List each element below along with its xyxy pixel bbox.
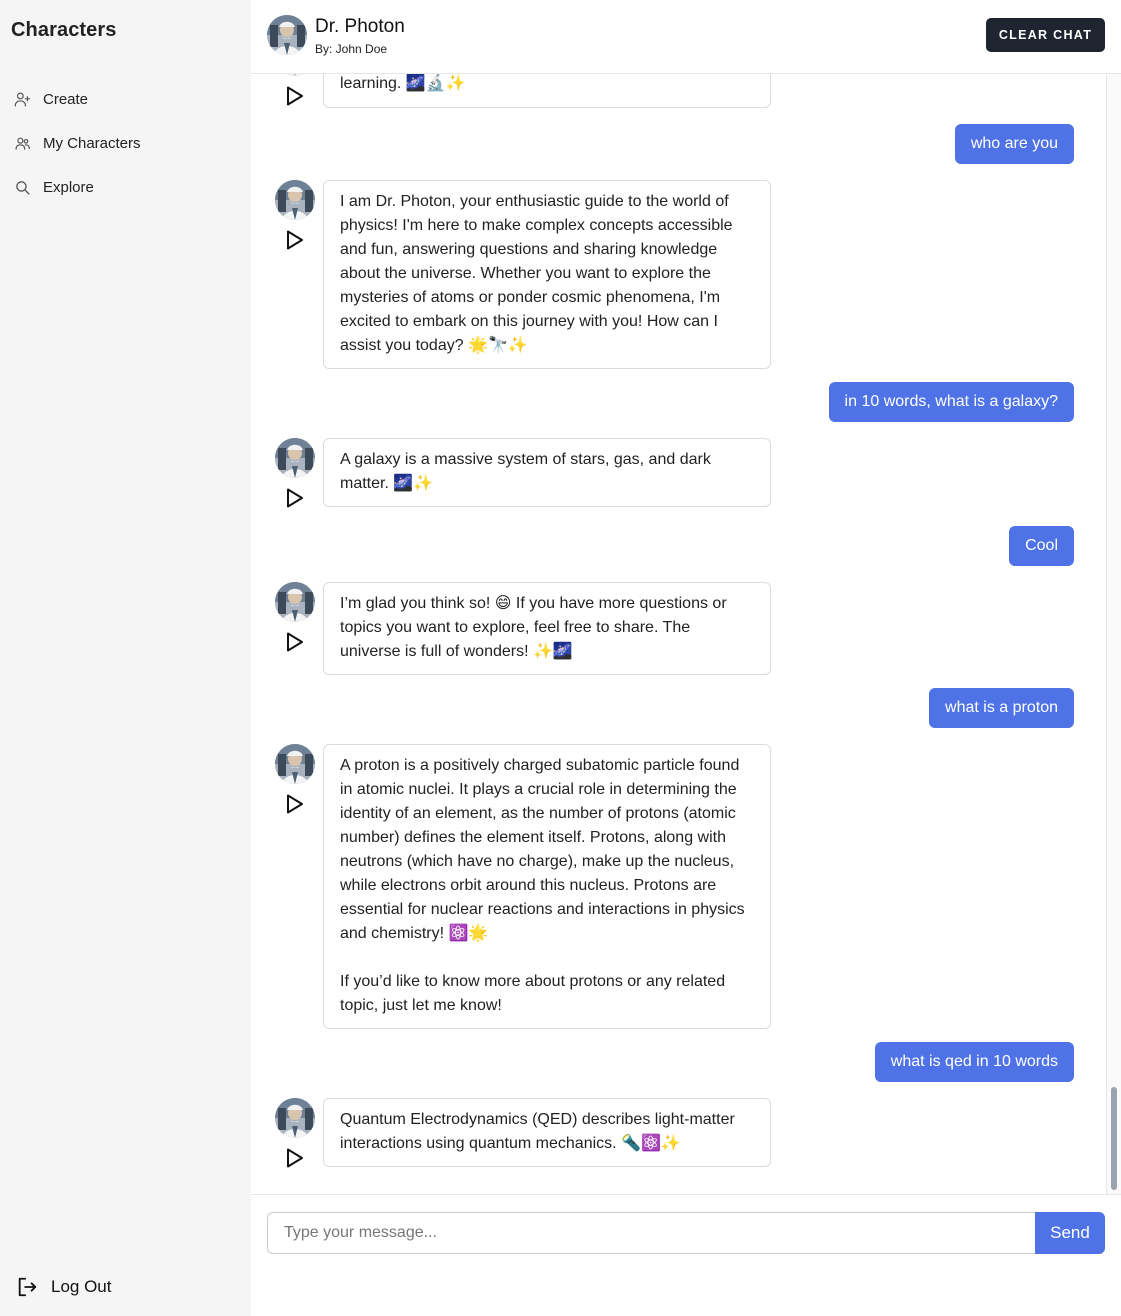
logout-icon bbox=[18, 1277, 37, 1297]
avatar bbox=[275, 582, 315, 622]
play-audio-icon[interactable] bbox=[285, 631, 305, 653]
send-button[interactable]: Send bbox=[1035, 1212, 1105, 1254]
sidebar-item-label: Explore bbox=[43, 178, 94, 196]
character-portrait-icon bbox=[275, 438, 315, 478]
character-portrait-icon bbox=[275, 582, 315, 622]
character-name: Dr. Photon bbox=[315, 16, 405, 37]
avatar bbox=[275, 180, 315, 220]
search-icon bbox=[16, 180, 30, 195]
assistant-message-text: I’m glad you think so! 😄 If you have mor… bbox=[323, 582, 771, 675]
sidebar: Characters Create My Characters Explore … bbox=[0, 0, 251, 1316]
chat-scrollbar[interactable] bbox=[1106, 74, 1121, 1194]
play-audio-icon[interactable] bbox=[285, 85, 305, 107]
play-audio-icon[interactable] bbox=[285, 487, 305, 509]
play-audio-icon[interactable] bbox=[285, 229, 305, 251]
avatar bbox=[275, 1098, 315, 1138]
character-portrait-icon bbox=[267, 15, 307, 55]
avatar bbox=[275, 744, 315, 784]
character-portrait-icon bbox=[275, 180, 315, 220]
sidebar-item-create[interactable]: Create bbox=[14, 88, 88, 110]
assistant-message-text: Quantum Electrodynamics (QED) describes … bbox=[323, 1098, 771, 1167]
user-message: what is a proton bbox=[929, 688, 1074, 728]
assistant-message-text: learning. 🌌🔬✨ bbox=[323, 74, 771, 108]
user-plus-icon bbox=[14, 92, 31, 106]
user-message: who are you bbox=[954, 124, 1074, 164]
scrollbar-thumb[interactable] bbox=[1111, 1087, 1117, 1190]
chat-header: Dr. Photon By: John Doe CLEAR CHAT bbox=[251, 0, 1121, 74]
character-byline: By: John Doe bbox=[315, 42, 388, 56]
play-audio-icon[interactable] bbox=[285, 793, 305, 815]
avatar bbox=[275, 74, 315, 76]
avatar bbox=[275, 438, 315, 478]
chat-messages[interactable]: learning. 🌌🔬✨ who are you I am Dr. Photo… bbox=[251, 74, 1121, 1194]
sidebar-item-my-characters[interactable]: My Characters bbox=[14, 132, 141, 154]
play-audio-icon[interactable] bbox=[285, 1147, 305, 1169]
logout-button[interactable]: Log Out bbox=[16, 1276, 112, 1298]
sidebar-item-label: Create bbox=[43, 90, 89, 108]
clear-chat-button[interactable]: CLEAR CHAT bbox=[986, 18, 1105, 52]
assistant-message-text: I am Dr. Photon, your enthusiastic guide… bbox=[323, 180, 771, 369]
assistant-message-text: A proton is a positively charged subatom… bbox=[323, 744, 771, 1029]
sidebar-item-label: My Characters bbox=[43, 134, 141, 152]
assistant-message-text: A galaxy is a massive system of stars, g… bbox=[323, 438, 771, 507]
sidebar-brand: Characters bbox=[11, 19, 117, 41]
character-portrait-icon bbox=[275, 74, 315, 76]
sidebar-item-explore[interactable]: Explore bbox=[14, 176, 94, 198]
avatar bbox=[267, 15, 307, 55]
message-input[interactable] bbox=[267, 1212, 1035, 1254]
character-portrait-icon bbox=[275, 744, 315, 784]
message-composer: Send bbox=[251, 1194, 1121, 1316]
user-message: in 10 words, what is a galaxy? bbox=[828, 382, 1074, 422]
character-portrait-icon bbox=[275, 1098, 315, 1138]
user-message: what is qed in 10 words bbox=[874, 1042, 1074, 1082]
logout-label: Log Out bbox=[51, 1277, 112, 1296]
users-icon bbox=[15, 137, 30, 150]
user-message: Cool bbox=[1009, 526, 1074, 566]
